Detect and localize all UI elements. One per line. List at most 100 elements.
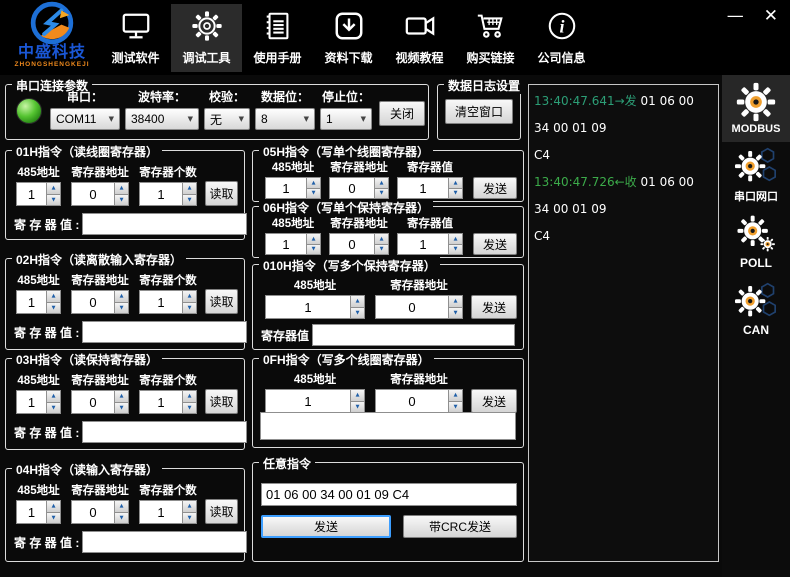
spinner-up-icon[interactable]: ▲ — [46, 290, 61, 303]
addr-value[interactable]: 1 — [265, 233, 306, 255]
register-addr-spinner[interactable]: 0 ▲▼ — [375, 295, 463, 319]
spinner-down-icon[interactable]: ▼ — [306, 189, 321, 200]
addr-value[interactable]: 1 — [265, 295, 350, 319]
spinner-down-icon[interactable]: ▼ — [46, 403, 61, 415]
addr-value[interactable]: 1 — [16, 500, 46, 524]
databits-select[interactable]: 8 ▼ — [255, 108, 315, 130]
port-select[interactable]: COM11 ▼ — [50, 108, 120, 130]
send-button[interactable]: 发送 — [471, 389, 517, 413]
spinner-down-icon[interactable]: ▼ — [350, 308, 365, 320]
register-addr-value[interactable]: 0 — [375, 295, 448, 319]
spinner-up-icon[interactable]: ▲ — [114, 500, 129, 513]
read-button[interactable]: 读取 — [205, 289, 238, 314]
close-button[interactable]: ✕ — [764, 6, 778, 26]
spinner-up-icon[interactable]: ▲ — [114, 182, 129, 195]
addr-spinner[interactable]: 1 ▲▼ — [16, 182, 61, 206]
toolbar-item-test-software[interactable]: 测试软件 — [100, 4, 171, 72]
toolbar-item-company-info[interactable]: i 公司信息 — [526, 4, 597, 72]
spinner-up-icon[interactable]: ▲ — [114, 290, 129, 303]
register-addr-value[interactable]: 0 — [329, 177, 374, 199]
toolbar-item-video-tutorial[interactable]: 视频教程 — [384, 4, 455, 72]
spinner-down-icon[interactable]: ▼ — [46, 303, 61, 315]
spinner-up-icon[interactable]: ▲ — [350, 389, 365, 402]
register-count-value[interactable]: 1 — [139, 182, 182, 206]
register-addr-spinner[interactable]: 0 ▲▼ — [329, 177, 389, 199]
register-count-spinner[interactable]: 1 ▲▼ — [139, 390, 197, 414]
addr-spinner[interactable]: 1 ▲▼ — [265, 389, 365, 413]
spinner-down-icon[interactable]: ▼ — [182, 403, 197, 415]
register-value-input[interactable] — [82, 213, 247, 235]
spinner-up-icon[interactable]: ▲ — [182, 390, 197, 403]
sidebar-item-serial-net[interactable]: 串口网口 — [722, 142, 790, 209]
send-button[interactable]: 发送 — [471, 295, 517, 319]
register-value-input[interactable] — [312, 324, 515, 346]
register-addr-spinner[interactable]: 0 ▲▼ — [71, 500, 129, 524]
spinner-up-icon[interactable]: ▲ — [374, 233, 389, 245]
register-addr-value[interactable]: 0 — [71, 390, 114, 414]
addr-value[interactable]: 1 — [16, 390, 46, 414]
register-addr-value[interactable]: 0 — [71, 290, 114, 314]
sidebar-item-modbus[interactable]: MODBUS — [722, 75, 790, 142]
toolbar-item-debug-tool[interactable]: 调试工具 — [171, 4, 242, 72]
spinner-up-icon[interactable]: ▲ — [306, 177, 321, 189]
register-addr-spinner[interactable]: 0 ▲▼ — [71, 290, 129, 314]
spinner-down-icon[interactable]: ▼ — [182, 195, 197, 207]
send-button[interactable]: 发送 — [473, 177, 517, 199]
spinner-down-icon[interactable]: ▼ — [374, 189, 389, 200]
addr-spinner[interactable]: 1 ▲▼ — [16, 290, 61, 314]
register-values-input[interactable] — [260, 412, 516, 440]
register-count-spinner[interactable]: 1 ▲▼ — [139, 500, 197, 524]
register-addr-spinner[interactable]: 0 ▲▼ — [329, 233, 389, 255]
close-port-button[interactable]: 关闭 — [379, 101, 425, 126]
register-value-spinner[interactable]: 1 ▲▼ — [397, 177, 463, 199]
spinner-up-icon[interactable]: ▲ — [350, 295, 365, 308]
spinner-up-icon[interactable]: ▲ — [182, 500, 197, 513]
addr-spinner[interactable]: 1 ▲▼ — [265, 177, 321, 199]
addr-value[interactable]: 1 — [16, 290, 46, 314]
send-with-crc-button[interactable]: 带CRC发送 — [403, 515, 517, 538]
spinner-down-icon[interactable]: ▼ — [182, 513, 197, 525]
register-value-input[interactable] — [82, 421, 247, 443]
register-value[interactable]: 1 — [397, 177, 448, 199]
spinner-down-icon[interactable]: ▼ — [448, 245, 463, 256]
spinner-up-icon[interactable]: ▲ — [448, 177, 463, 189]
sidebar-item-poll[interactable]: POLL — [722, 209, 790, 276]
spinner-down-icon[interactable]: ▼ — [448, 189, 463, 200]
spinner-up-icon[interactable]: ▲ — [374, 177, 389, 189]
data-log-panel[interactable]: 13:40:47.641→发 01 06 00 34 00 01 09 C4 1… — [528, 84, 719, 562]
spinner-down-icon[interactable]: ▼ — [114, 303, 129, 315]
read-button[interactable]: 读取 — [205, 499, 238, 524]
clear-window-button[interactable]: 清空窗口 — [445, 99, 513, 124]
register-addr-value[interactable]: 0 — [329, 233, 374, 255]
spinner-up-icon[interactable]: ▲ — [114, 390, 129, 403]
register-addr-value[interactable]: 0 — [375, 389, 448, 413]
addr-value[interactable]: 1 — [265, 389, 350, 413]
addr-value[interactable]: 1 — [265, 177, 306, 199]
register-count-value[interactable]: 1 — [139, 290, 182, 314]
toolbar-item-user-manual[interactable]: 使用手册 — [242, 4, 313, 72]
toolbar-item-purchase-link[interactable]: 购买链接 — [455, 4, 526, 72]
spinner-down-icon[interactable]: ▼ — [114, 403, 129, 415]
spinner-down-icon[interactable]: ▼ — [448, 308, 463, 320]
register-count-spinner[interactable]: 1 ▲▼ — [139, 182, 197, 206]
baud-select[interactable]: 38400 ▼ — [125, 108, 199, 130]
spinner-down-icon[interactable]: ▼ — [114, 513, 129, 525]
register-value-spinner[interactable]: 1 ▲▼ — [397, 233, 463, 255]
spinner-down-icon[interactable]: ▼ — [306, 245, 321, 256]
addr-spinner[interactable]: 1 ▲▼ — [265, 295, 365, 319]
register-addr-value[interactable]: 0 — [71, 500, 114, 524]
spinner-up-icon[interactable]: ▲ — [306, 233, 321, 245]
register-addr-spinner[interactable]: 0 ▲▼ — [71, 390, 129, 414]
register-addr-spinner[interactable]: 0 ▲▼ — [375, 389, 463, 413]
addr-spinner[interactable]: 1 ▲▼ — [16, 500, 61, 524]
spinner-up-icon[interactable]: ▲ — [448, 389, 463, 402]
read-button[interactable]: 读取 — [205, 181, 238, 206]
parity-select[interactable]: 无 ▼ — [204, 108, 250, 130]
spinner-down-icon[interactable]: ▼ — [114, 195, 129, 207]
register-addr-value[interactable]: 0 — [71, 182, 114, 206]
toolbar-item-download[interactable]: 资料下载 — [313, 4, 384, 72]
spinner-down-icon[interactable]: ▼ — [182, 303, 197, 315]
spinner-up-icon[interactable]: ▲ — [182, 290, 197, 303]
spinner-up-icon[interactable]: ▲ — [46, 182, 61, 195]
addr-spinner[interactable]: 1 ▲▼ — [16, 390, 61, 414]
